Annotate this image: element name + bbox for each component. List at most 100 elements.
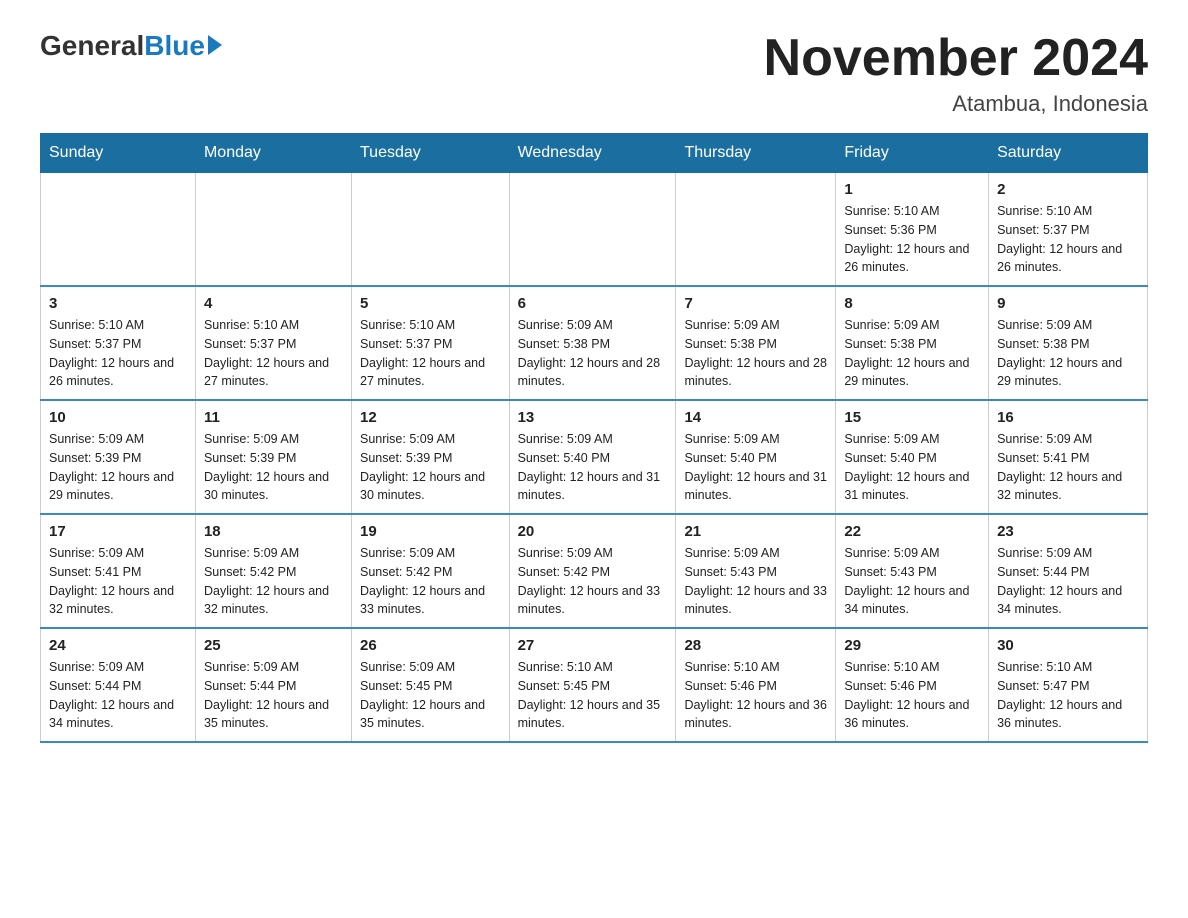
day-number: 3 <box>49 295 187 312</box>
day-info: Sunrise: 5:09 AMSunset: 5:41 PMDaylight:… <box>997 430 1139 505</box>
calendar-cell: 21 Sunrise: 5:09 AMSunset: 5:43 PMDayligh… <box>676 514 836 628</box>
day-number: 30 <box>997 637 1139 654</box>
calendar-cell: 29 Sunrise: 5:10 AMSunset: 5:46 PMDayligh… <box>836 628 989 742</box>
calendar-cell: 19Sunrise: 5:09 AMSunset: 5:42 PMDayligh… <box>352 514 510 628</box>
calendar-header: SundayMondayTuesdayWednesdayThursdayFrid… <box>41 134 1148 173</box>
day-number: 16 <box>997 409 1139 426</box>
calendar-cell: 3 Sunrise: 5:10 AMSunset: 5:37 PMDaylight… <box>41 286 196 400</box>
weekday-header-wednesday: Wednesday <box>509 134 676 173</box>
weekday-header-saturday: Saturday <box>989 134 1148 173</box>
calendar-subtitle: Atambua, Indonesia <box>764 91 1148 117</box>
logo-blue-text: Blue <box>144 30 205 62</box>
weekday-header-tuesday: Tuesday <box>352 134 510 173</box>
calendar-cell: 27 Sunrise: 5:10 AMSunset: 5:45 PMDayligh… <box>509 628 676 742</box>
calendar-cell: 22Sunrise: 5:09 AMSunset: 5:43 PMDayligh… <box>836 514 989 628</box>
day-number: 24 <box>49 637 187 654</box>
calendar-title: November 2024 <box>764 30 1148 87</box>
calendar-week-row: 1 Sunrise: 5:10 AMSunset: 5:36 PMDaylight… <box>41 173 1148 287</box>
weekday-header-friday: Friday <box>836 134 989 173</box>
calendar-cell: 12 Sunrise: 5:09 AMSunset: 5:39 PMDayligh… <box>352 400 510 514</box>
calendar-cell: 24Sunrise: 5:09 AMSunset: 5:44 PMDayligh… <box>41 628 196 742</box>
calendar-cell: 20Sunrise: 5:09 AMSunset: 5:42 PMDayligh… <box>509 514 676 628</box>
calendar-cell <box>41 173 196 287</box>
calendar-cell: 30Sunrise: 5:10 AMSunset: 5:47 PMDayligh… <box>989 628 1148 742</box>
weekday-header-sunday: Sunday <box>41 134 196 173</box>
day-number: 10 <box>49 409 187 426</box>
day-number: 6 <box>518 295 668 312</box>
weekday-header-monday: Monday <box>195 134 351 173</box>
logo-general-text: General <box>40 30 144 62</box>
calendar-body: 1 Sunrise: 5:10 AMSunset: 5:36 PMDaylight… <box>41 173 1148 743</box>
day-number: 20 <box>518 523 668 540</box>
calendar-title-area: November 2024 Atambua, Indonesia <box>764 30 1148 117</box>
calendar-cell: 5 Sunrise: 5:10 AMSunset: 5:37 PMDaylight… <box>352 286 510 400</box>
calendar-cell <box>352 173 510 287</box>
day-info: Sunrise: 5:09 AMSunset: 5:38 PMDaylight:… <box>518 316 668 391</box>
day-info: Sunrise: 5:09 AMSunset: 5:39 PMDaylight:… <box>49 430 187 505</box>
day-info: Sunrise: 5:10 AMSunset: 5:37 PMDaylight:… <box>49 316 187 391</box>
day-info: Sunrise: 5:09 AMSunset: 5:44 PMDaylight:… <box>997 544 1139 619</box>
calendar-cell: 17Sunrise: 5:09 AMSunset: 5:41 PMDayligh… <box>41 514 196 628</box>
day-info: Sunrise: 5:10 AMSunset: 5:46 PMDaylight:… <box>684 658 827 733</box>
day-info: Sunrise: 5:09 AMSunset: 5:41 PMDaylight:… <box>49 544 187 619</box>
day-info: Sunrise: 5:09 AMSunset: 5:40 PMDaylight:… <box>518 430 668 505</box>
calendar-cell: 10 Sunrise: 5:09 AMSunset: 5:39 PMDayligh… <box>41 400 196 514</box>
day-info: Sunrise: 5:09 AMSunset: 5:42 PMDaylight:… <box>204 544 343 619</box>
day-number: 7 <box>684 295 827 312</box>
day-info: Sunrise: 5:10 AMSunset: 5:36 PMDaylight:… <box>844 202 980 277</box>
day-number: 27 <box>518 637 668 654</box>
logo-arrow-icon <box>208 35 222 55</box>
calendar-week-row: 3 Sunrise: 5:10 AMSunset: 5:37 PMDaylight… <box>41 286 1148 400</box>
calendar-week-row: 17Sunrise: 5:09 AMSunset: 5:41 PMDayligh… <box>41 514 1148 628</box>
day-info: Sunrise: 5:09 AMSunset: 5:38 PMDaylight:… <box>684 316 827 391</box>
logo: General Blue <box>40 30 222 62</box>
calendar-cell: 8Sunrise: 5:09 AMSunset: 5:38 PMDaylight… <box>836 286 989 400</box>
day-number: 23 <box>997 523 1139 540</box>
calendar-cell: 1 Sunrise: 5:10 AMSunset: 5:36 PMDaylight… <box>836 173 989 287</box>
calendar-cell: 23 Sunrise: 5:09 AMSunset: 5:44 PMDayligh… <box>989 514 1148 628</box>
calendar-cell: 2 Sunrise: 5:10 AMSunset: 5:37 PMDaylight… <box>989 173 1148 287</box>
calendar-cell: 25Sunrise: 5:09 AMSunset: 5:44 PMDayligh… <box>195 628 351 742</box>
day-number: 13 <box>518 409 668 426</box>
day-number: 9 <box>997 295 1139 312</box>
day-number: 2 <box>997 181 1139 198</box>
calendar-cell: 28 Sunrise: 5:10 AMSunset: 5:46 PMDayligh… <box>676 628 836 742</box>
day-info: Sunrise: 5:09 AMSunset: 5:39 PMDaylight:… <box>360 430 501 505</box>
day-number: 28 <box>684 637 827 654</box>
day-info: Sunrise: 5:09 AMSunset: 5:40 PMDaylight:… <box>844 430 980 505</box>
day-number: 18 <box>204 523 343 540</box>
day-info: Sunrise: 5:10 AMSunset: 5:46 PMDaylight:… <box>844 658 980 733</box>
calendar-cell: 15 Sunrise: 5:09 AMSunset: 5:40 PMDayligh… <box>836 400 989 514</box>
day-info: Sunrise: 5:09 AMSunset: 5:40 PMDaylight:… <box>684 430 827 505</box>
day-number: 11 <box>204 409 343 426</box>
page-header: General Blue November 2024 Atambua, Indo… <box>40 30 1148 117</box>
day-info: Sunrise: 5:10 AMSunset: 5:37 PMDaylight:… <box>360 316 501 391</box>
calendar-cell <box>676 173 836 287</box>
day-number: 1 <box>844 181 980 198</box>
day-info: Sunrise: 5:09 AMSunset: 5:44 PMDaylight:… <box>204 658 343 733</box>
day-info: Sunrise: 5:09 AMSunset: 5:45 PMDaylight:… <box>360 658 501 733</box>
calendar-week-row: 10 Sunrise: 5:09 AMSunset: 5:39 PMDayligh… <box>41 400 1148 514</box>
day-info: Sunrise: 5:09 AMSunset: 5:38 PMDaylight:… <box>997 316 1139 391</box>
day-number: 8 <box>844 295 980 312</box>
day-number: 12 <box>360 409 501 426</box>
calendar-cell: 9 Sunrise: 5:09 AMSunset: 5:38 PMDaylight… <box>989 286 1148 400</box>
day-number: 29 <box>844 637 980 654</box>
day-info: Sunrise: 5:10 AMSunset: 5:45 PMDaylight:… <box>518 658 668 733</box>
weekday-header-thursday: Thursday <box>676 134 836 173</box>
day-info: Sunrise: 5:09 AMSunset: 5:39 PMDaylight:… <box>204 430 343 505</box>
day-info: Sunrise: 5:10 AMSunset: 5:37 PMDaylight:… <box>204 316 343 391</box>
calendar-cell: 18 Sunrise: 5:09 AMSunset: 5:42 PMDayligh… <box>195 514 351 628</box>
calendar-cell: 16 Sunrise: 5:09 AMSunset: 5:41 PMDayligh… <box>989 400 1148 514</box>
day-info: Sunrise: 5:10 AMSunset: 5:37 PMDaylight:… <box>997 202 1139 277</box>
calendar-cell: 13 Sunrise: 5:09 AMSunset: 5:40 PMDayligh… <box>509 400 676 514</box>
calendar-cell: 6 Sunrise: 5:09 AMSunset: 5:38 PMDaylight… <box>509 286 676 400</box>
calendar-cell <box>195 173 351 287</box>
day-number: 4 <box>204 295 343 312</box>
day-number: 5 <box>360 295 501 312</box>
day-number: 15 <box>844 409 980 426</box>
day-info: Sunrise: 5:09 AMSunset: 5:43 PMDaylight:… <box>684 544 827 619</box>
day-number: 21 <box>684 523 827 540</box>
calendar-cell <box>509 173 676 287</box>
calendar-table: SundayMondayTuesdayWednesdayThursdayFrid… <box>40 133 1148 743</box>
